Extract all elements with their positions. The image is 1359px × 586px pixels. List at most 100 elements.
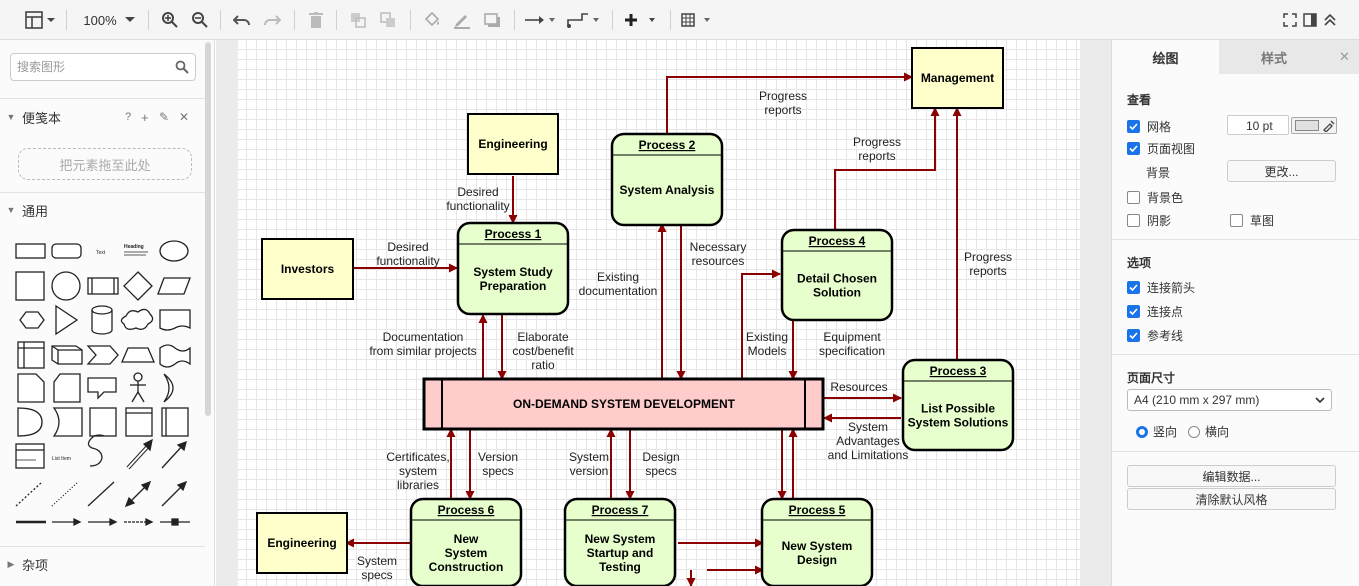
- shadow-button[interactable]: [480, 6, 504, 34]
- process-4[interactable]: Process 4 Detail ChosenSolution: [780, 228, 894, 322]
- grid-size-input[interactable]: 10 pt: [1227, 115, 1289, 135]
- checkmark-icon: [1127, 329, 1140, 342]
- edge-label-elaborate: Elaborate: [517, 330, 569, 344]
- edge-label-existing-doc: Existing: [597, 270, 639, 284]
- edge-label-necessary: resources: [692, 254, 745, 268]
- background-label: 背景: [1146, 166, 1171, 180]
- edge-label-sys-adv: Advantages: [836, 434, 899, 448]
- connection-arrows-checkbox[interactable]: 连接箭头: [1127, 279, 1195, 296]
- redo-button[interactable]: [260, 6, 284, 34]
- checkmark-icon: [1127, 120, 1140, 133]
- landscape-radio[interactable]: 横向: [1188, 423, 1229, 440]
- edge-label-design-specs: specs: [645, 464, 676, 478]
- pencil-icon: [454, 15, 470, 29]
- edge-p4-management[interactable]: [834, 107, 940, 230]
- scratchpad-add-icon[interactable]: +: [141, 110, 149, 125]
- page-view-checkbox[interactable]: 页面视图: [1127, 140, 1195, 157]
- entity-management[interactable]: Management: [911, 47, 1004, 109]
- waypoints-button[interactable]: [566, 6, 602, 34]
- general-shapes-palette[interactable]: Text Heading List Item: [0, 232, 205, 542]
- edge-center-p4[interactable]: [741, 269, 781, 379]
- delete-button[interactable]: [304, 6, 328, 34]
- close-panel-icon[interactable]: ✕: [1329, 40, 1359, 74]
- to-front-icon: [351, 13, 366, 28]
- undo-icon: [233, 15, 250, 26]
- collapse-button[interactable]: [1320, 6, 1340, 34]
- scratchpad-help-icon[interactable]: ?: [125, 111, 131, 123]
- zoom-out-icon: [192, 12, 208, 28]
- to-front-button[interactable]: [346, 6, 370, 34]
- zoom-in-button[interactable]: [158, 6, 182, 34]
- shape-search-box[interactable]: [10, 53, 196, 81]
- format-toggle-button[interactable]: [1300, 6, 1320, 34]
- process-label: Solution: [813, 286, 861, 300]
- edge-label-desired2: functionality: [376, 254, 439, 268]
- entity-label: Engineering: [267, 536, 336, 550]
- process-6[interactable]: Process 6 NewSystemConstruction: [409, 497, 523, 586]
- guides-checkbox[interactable]: 参考线: [1127, 327, 1183, 344]
- grid-checkbox[interactable]: 网格: [1127, 118, 1171, 135]
- plus-icon: [625, 14, 655, 26]
- fullscreen-icon: [1283, 13, 1297, 27]
- layout-icon: [25, 11, 55, 29]
- zoom-value: 100%: [83, 12, 117, 28]
- process-1[interactable]: Process 1 System StudyPreparation: [456, 221, 570, 316]
- process-label: Design: [797, 553, 837, 567]
- process-label: System Study: [473, 265, 553, 279]
- zoom-in-icon: [162, 12, 178, 28]
- process-5[interactable]: Process 5 New SystemDesign: [760, 497, 874, 586]
- undo-button[interactable]: [230, 6, 254, 34]
- edge-label-progress2: reports: [858, 149, 895, 163]
- entity-engineering-bottom[interactable]: Engineering: [256, 512, 348, 574]
- line-color-button[interactable]: [450, 6, 474, 34]
- process-title: Process 3: [930, 364, 987, 378]
- fill-color-button[interactable]: [420, 6, 444, 34]
- table-button[interactable]: [680, 6, 716, 34]
- process-3[interactable]: Process 3 List PossibleSystem Solutions: [901, 358, 1015, 452]
- misc-section-header[interactable]: ▶ 杂项: [0, 551, 205, 577]
- page-size-select[interactable]: A4 (210 mm x 297 mm): [1127, 389, 1332, 411]
- edge-label-version: specs: [482, 464, 513, 478]
- edge-label-certificates: system: [399, 464, 437, 478]
- edge-label-system-specs: System: [357, 554, 397, 568]
- portrait-radio[interactable]: 竖向: [1136, 423, 1177, 440]
- central-process[interactable]: ON-DEMAND SYSTEM DEVELOPMENT: [422, 377, 825, 431]
- entity-engineering-top[interactable]: Engineering: [467, 113, 559, 175]
- edge-label-existing-models: Models: [748, 344, 787, 358]
- process-label: New System: [585, 532, 656, 546]
- entity-investors[interactable]: Investors: [261, 238, 354, 300]
- zoom-out-button[interactable]: [188, 6, 212, 34]
- fullscreen-button[interactable]: [1280, 6, 1300, 34]
- background-color-checkbox[interactable]: 背景色: [1127, 189, 1183, 206]
- tab-diagram[interactable]: 绘图: [1112, 40, 1219, 74]
- left-scrollbar[interactable]: [205, 42, 211, 416]
- scratchpad-drop-zone[interactable]: 把元素拖至此处: [18, 148, 192, 180]
- entity-label: Engineering: [478, 137, 547, 151]
- general-section-header[interactable]: ▼ 通用: [0, 197, 205, 223]
- sketch-checkbox[interactable]: 草图: [1230, 212, 1274, 229]
- diagram-page[interactable]: Management Engineering Investors Engineerin…: [238, 40, 1080, 586]
- edge-label-doc-similar: from similar projects: [369, 344, 476, 358]
- to-back-button[interactable]: [376, 6, 400, 34]
- shadow-checkbox[interactable]: 阴影: [1127, 212, 1171, 229]
- to-back-icon: [380, 12, 395, 27]
- scratchpad-close-icon[interactable]: ✕: [179, 110, 189, 124]
- scratchpad-edit-icon[interactable]: ✎: [159, 110, 169, 124]
- dataflow-diagram[interactable]: Management Engineering Investors Engineerin…: [238, 40, 1080, 586]
- connection-points-checkbox[interactable]: 连接点: [1127, 303, 1183, 320]
- canvas-area[interactable]: Management Engineering Investors Engineerin…: [216, 40, 1111, 586]
- connection-button[interactable]: [524, 6, 558, 34]
- clear-default-style-button[interactable]: 清除默认风格: [1127, 488, 1336, 510]
- grid-color-button[interactable]: [1291, 117, 1337, 134]
- change-background-button[interactable]: 更改...: [1227, 160, 1336, 182]
- chevron-down-icon: [124, 17, 135, 22]
- process-7[interactable]: Process 7 New SystemStartup andTesting: [563, 497, 677, 586]
- insert-button[interactable]: [622, 6, 660, 34]
- tab-style[interactable]: 样式: [1219, 40, 1329, 74]
- shape-search-input[interactable]: [17, 60, 167, 74]
- format-panel-toggle-button[interactable]: [20, 6, 58, 34]
- edit-data-button[interactable]: 编辑数据...: [1127, 465, 1336, 487]
- scratchpad-header[interactable]: ▼ 便笺本 ? + ✎ ✕: [0, 104, 205, 130]
- process-2[interactable]: Process 2 System Analysis: [610, 132, 724, 227]
- zoom-dropdown[interactable]: 100%: [78, 6, 140, 34]
